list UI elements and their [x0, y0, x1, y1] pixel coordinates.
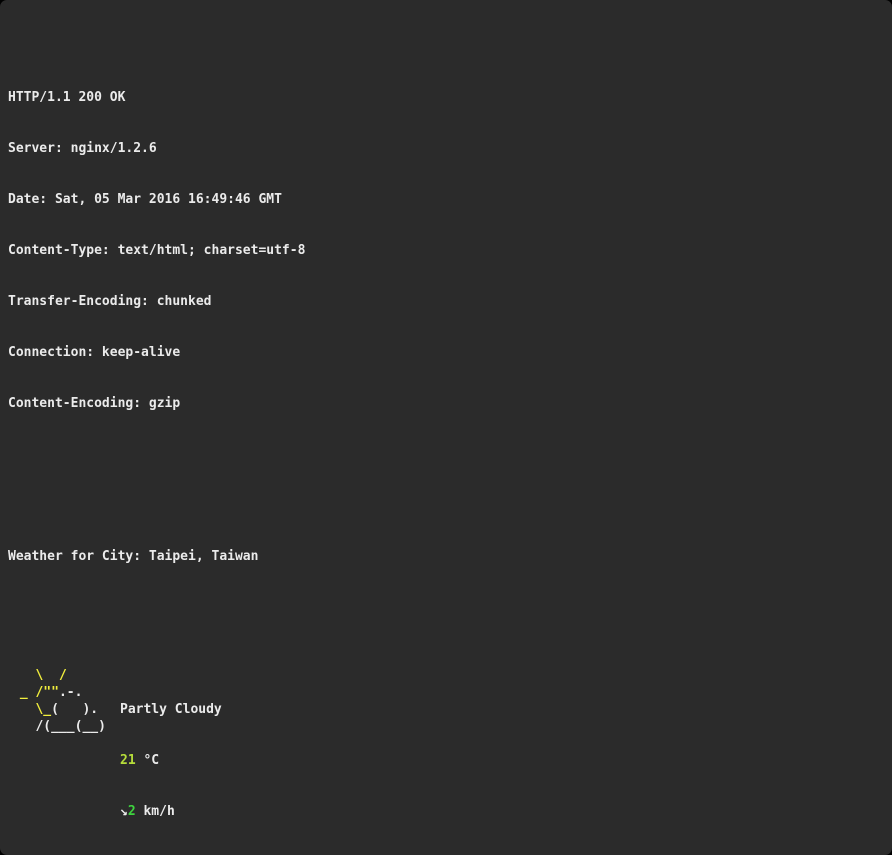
- header-server: Server: nginx/1.2.6: [8, 140, 884, 157]
- partly-cloudy-icon: \ / _ /"".-. \_( ). /(___(__): [12, 667, 112, 855]
- blank-line: [8, 599, 884, 616]
- header-connection: Connection: keep-alive: [8, 344, 884, 361]
- terminal-screen: HTTP/1.1 200 OK Server: nginx/1.2.6 Date…: [0, 0, 892, 855]
- current-conditions-info: Partly Cloudy 21 °C ↘2 km/h 10 km 0.0 mm: [120, 667, 222, 855]
- http-response-headers: HTTP/1.1 200 OK Server: nginx/1.2.6 Date…: [8, 55, 884, 446]
- blank-line: [8, 497, 884, 514]
- header-content-encoding: Content-Encoding: gzip: [8, 395, 884, 412]
- wind-speed: ↘2 km/h: [120, 803, 222, 820]
- current-conditions: \ / _ /"".-. \_( ). /(___(__) Partly Clo…: [8, 667, 884, 855]
- location-line: Weather for City: Taipei, Taiwan: [8, 548, 884, 565]
- header-date: Date: Sat, 05 Mar 2016 16:49:46 GMT: [8, 191, 884, 208]
- temperature-value: 21 °C: [120, 752, 222, 769]
- http-status-line: HTTP/1.1 200 OK: [8, 89, 884, 106]
- header-content-type: Content-Type: text/html; charset=utf-8: [8, 242, 884, 259]
- header-transfer-encoding: Transfer-Encoding: chunked: [8, 293, 884, 310]
- condition-label: Partly Cloudy: [120, 701, 222, 718]
